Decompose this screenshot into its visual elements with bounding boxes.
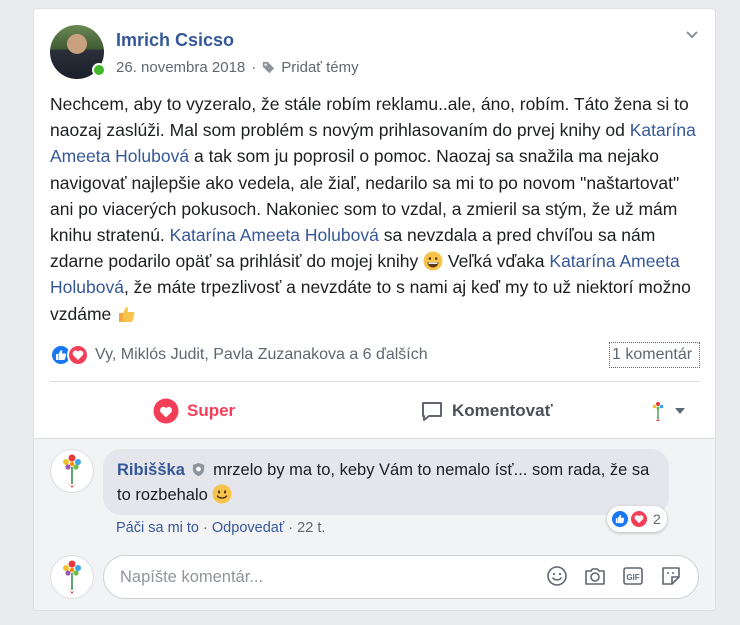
- flower-avatar-icon: [63, 454, 81, 488]
- post-meta: 26. novembra 2018 · Pridať témy: [116, 59, 359, 76]
- gif-icon[interactable]: GIF: [622, 565, 644, 587]
- divider: [50, 381, 700, 382]
- love-reaction-icon: [629, 509, 649, 529]
- comment-bubble-icon: [422, 402, 442, 421]
- add-topics-link[interactable]: Pridať témy: [281, 59, 358, 76]
- like-reaction-icon: [610, 509, 630, 529]
- comment-actions: Páči sa mi to · Odpovedať · 22 t.: [116, 520, 325, 536]
- reaction-summary[interactable]: Vy, Miklós Judit, Pavla Zuzanakova a 6 ď…: [50, 343, 428, 367]
- reaction-names[interactable]: Vy, Miklós Judit, Pavla Zuzanakova a 6 ď…: [95, 346, 428, 364]
- react-as-selector[interactable]: [650, 395, 686, 427]
- post-text-part: Veľká vďaka: [443, 251, 550, 272]
- post-date[interactable]: 26. novembra 2018: [116, 59, 245, 76]
- post-author[interactable]: Imrich Csicso: [116, 30, 234, 51]
- comment-reactions[interactable]: 2: [607, 506, 667, 532]
- my-avatar[interactable]: [50, 555, 94, 599]
- heart-icon: [153, 398, 179, 424]
- love-reaction-icon: [67, 344, 89, 366]
- comment-bubble: Ribišška mrzelo by ma to, keby Vám to ne…: [103, 449, 669, 515]
- comment-label: Komentovať: [452, 401, 553, 420]
- comment-reply-link[interactable]: Odpovedať: [212, 520, 284, 536]
- post-body: Nechcem, aby to vyzeralo, že stále robím…: [50, 91, 706, 327]
- comment-count-link[interactable]: 1 komentár: [609, 342, 700, 368]
- flower-avatar-icon: [652, 402, 664, 421]
- super-reaction-button[interactable]: Super: [153, 395, 235, 427]
- tag-icon: [263, 61, 275, 74]
- comment-input[interactable]: Napíšte komentár...: [120, 568, 263, 587]
- post-text-part: , že máte trpezlivosť a nevzdáte to s na…: [50, 277, 691, 324]
- comment-time[interactable]: 22 t.: [297, 520, 325, 536]
- emoji-picker-icon[interactable]: [546, 565, 568, 587]
- comment-composer[interactable]: Napíšte komentár... GIF: [103, 555, 699, 599]
- thumbs-up-emoji-icon: [119, 306, 135, 322]
- separator: ·: [203, 520, 208, 536]
- grin-emoji-icon: [423, 251, 443, 271]
- mention-link[interactable]: Katarína Ameeta Holubová: [170, 225, 379, 245]
- smile-emoji-icon: [212, 484, 232, 504]
- comment-button[interactable]: Komentovať: [420, 395, 553, 427]
- badge-shield-icon: [193, 462, 205, 477]
- meta-separator: ·: [251, 59, 257, 76]
- svg-text:GIF: GIF: [626, 573, 639, 582]
- composer-tools: GIF: [546, 565, 682, 587]
- post-text-part: Nechcem, aby to vyzeralo, že stále robím…: [50, 94, 689, 141]
- caret-down-icon: [675, 408, 685, 414]
- commenter-avatar[interactable]: [50, 449, 94, 493]
- chevron-down-icon[interactable]: [684, 26, 700, 42]
- super-label: Super: [187, 401, 236, 420]
- online-status-icon: [92, 63, 106, 77]
- camera-icon[interactable]: [584, 565, 606, 587]
- comment-author[interactable]: Ribišška: [117, 461, 185, 479]
- flower-avatar-icon: [63, 560, 81, 594]
- comment-like-link[interactable]: Páči sa mi to: [116, 520, 199, 536]
- separator: ·: [288, 520, 294, 536]
- comment-reaction-count: 2: [653, 511, 661, 527]
- sticker-icon[interactable]: [660, 565, 682, 587]
